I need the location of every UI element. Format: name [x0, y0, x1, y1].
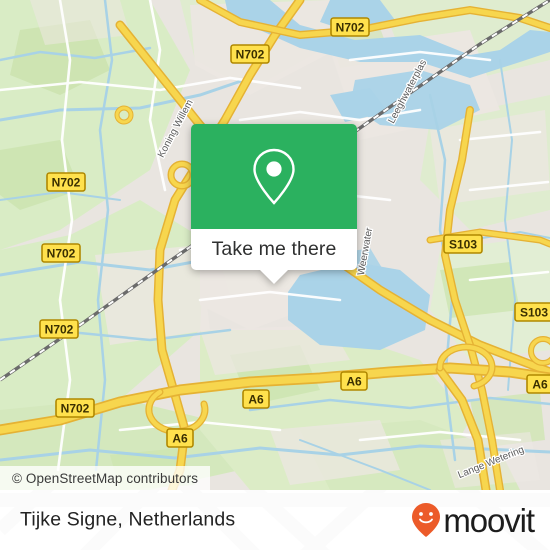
- road-shield-label: A6: [172, 431, 188, 445]
- osm-attribution: © OpenStreetMap contributors: [0, 466, 211, 490]
- road-shield: A6: [166, 428, 194, 448]
- footer-bar: Tijke Signe, Netherlands moovit: [0, 490, 550, 550]
- map-pin-icon: [253, 148, 295, 205]
- road-shield: N702: [330, 17, 370, 37]
- road-shield: N702: [46, 172, 86, 192]
- road-shield-label: S103: [449, 237, 477, 251]
- road-shield-label: A6: [248, 392, 264, 406]
- road-shield: N702: [41, 243, 81, 263]
- road-shield-label: N702: [61, 401, 90, 415]
- road-shield-label: N702: [47, 246, 76, 260]
- road-shield-label: S103: [520, 305, 548, 319]
- road-shield: A6: [340, 371, 368, 391]
- road-shield: N702: [55, 398, 95, 418]
- road-shield-label: A6: [532, 377, 548, 391]
- road-shield-label: N702: [52, 175, 81, 189]
- road-shield: N702: [230, 44, 270, 64]
- road-shield: A6: [242, 389, 270, 409]
- take-me-there-card[interactable]: Take me there: [191, 124, 357, 284]
- road-shield: S103: [514, 302, 550, 322]
- road-shield-label: N702: [236, 47, 265, 61]
- road-shield-label: N702: [45, 322, 74, 336]
- page-title: Tijke Signe, Netherlands: [20, 508, 236, 531]
- take-me-there-label[interactable]: Take me there: [191, 229, 357, 270]
- road-shield: N702: [39, 319, 79, 339]
- road-shield: A6: [526, 374, 550, 394]
- card-pin-area: [191, 124, 357, 229]
- moovit-wordmark: moovit: [443, 501, 535, 539]
- road-shield: S103: [443, 234, 483, 254]
- road-shield-label: A6: [346, 374, 362, 388]
- road-shield-label: N702: [336, 20, 365, 34]
- moovit-pin-icon: [412, 503, 441, 537]
- moovit-brand[interactable]: moovit: [411, 501, 535, 539]
- moovit-location-page: Koning Willem Leeghwaterplas Weerwater Lang…: [0, 0, 550, 550]
- card-pointer-tail: [260, 270, 288, 284]
